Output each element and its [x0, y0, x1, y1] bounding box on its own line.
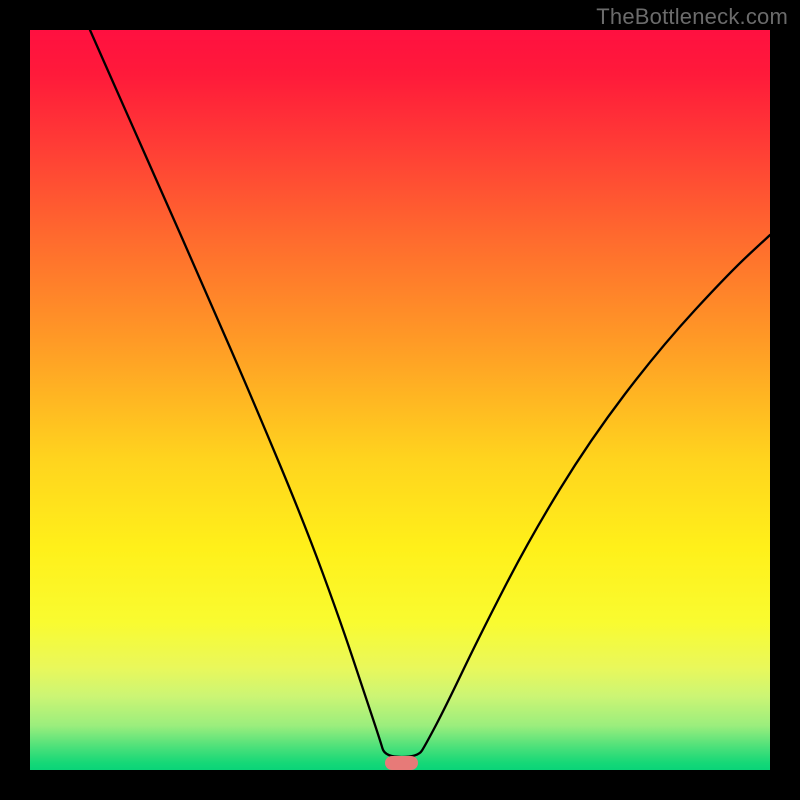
- watermark-text: TheBottleneck.com: [596, 4, 788, 30]
- plot-area: [30, 30, 770, 770]
- curve-svg: [30, 30, 770, 770]
- chart-frame: TheBottleneck.com: [0, 0, 800, 800]
- optimum-marker: [385, 756, 418, 770]
- bottleneck-curve: [90, 30, 770, 757]
